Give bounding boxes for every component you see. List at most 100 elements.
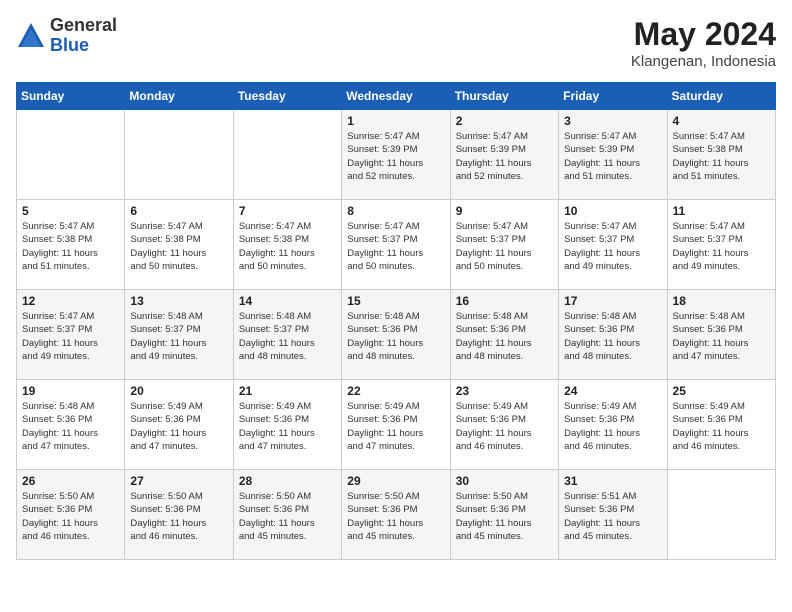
calendar-cell: 12Sunrise: 5:47 AM Sunset: 5:37 PM Dayli… <box>17 290 125 380</box>
logo: General Blue <box>16 16 117 56</box>
calendar-cell: 28 Sunrise: 5:50 AM Sunset: 5:36 PM Dayli… <box>233 470 341 560</box>
week-row-3: 12Sunrise: 5:47 AM Sunset: 5:37 PM Dayli… <box>17 290 776 380</box>
day-number: 8 <box>347 204 444 218</box>
day-number: 15 <box>347 294 444 308</box>
day-info: Sunrise: 5:48 AM Sunset: 5:36 PM Dayligh… <box>347 310 444 363</box>
day-number: 9 <box>456 204 553 218</box>
day-number: 23 <box>456 384 553 398</box>
day-number: 5 <box>22 204 119 218</box>
day-info: Sunrise: 5:47 AM Sunset: 5:37 PM Dayligh… <box>22 310 119 363</box>
calendar-cell: 16 Sunrise: 5:48 AM Sunset: 5:36 PM Dayli… <box>450 290 558 380</box>
calendar-cell: 6 Sunrise: 5:47 AM Sunset: 5:38 PM Daylig… <box>125 200 233 290</box>
day-info: Sunrise: 5:48 AM Sunset: 5:36 PM Dayligh… <box>456 310 553 363</box>
header-day-thursday: Thursday <box>450 83 558 110</box>
calendar-cell: 18 Sunrise: 5:48 AM Sunset: 5:36 PM Dayli… <box>667 290 775 380</box>
day-info: Sunrise: 5:51 AM Sunset: 5:36 PM Dayligh… <box>564 490 661 543</box>
day-number: 14 <box>239 294 336 308</box>
calendar-cell: 13Sunrise: 5:48 AM Sunset: 5:37 PM Dayli… <box>125 290 233 380</box>
calendar-cell: 10 Sunrise: 5:47 AM Sunset: 5:37 PM Dayli… <box>559 200 667 290</box>
day-info: Sunrise: 5:49 AM Sunset: 5:36 PM Dayligh… <box>564 400 661 453</box>
header-day-tuesday: Tuesday <box>233 83 341 110</box>
calendar-cell: 15 Sunrise: 5:48 AM Sunset: 5:36 PM Dayli… <box>342 290 450 380</box>
calendar-cell: 22 Sunrise: 5:49 AM Sunset: 5:36 PM Dayli… <box>342 380 450 470</box>
calendar-cell <box>125 110 233 200</box>
logo-blue-text: Blue <box>50 35 89 55</box>
day-info: Sunrise: 5:47 AM Sunset: 5:38 PM Dayligh… <box>130 220 227 273</box>
day-info: Sunrise: 5:48 AM Sunset: 5:36 PM Dayligh… <box>564 310 661 363</box>
day-info: Sunrise: 5:47 AM Sunset: 5:38 PM Dayligh… <box>673 130 770 183</box>
logo-general-text: General <box>50 15 117 35</box>
day-number: 28 <box>239 474 336 488</box>
day-number: 3 <box>564 114 661 128</box>
day-number: 25 <box>673 384 770 398</box>
calendar-cell: 2 Sunrise: 5:47 AM Sunset: 5:39 PM Daylig… <box>450 110 558 200</box>
calendar-cell: 1 Sunrise: 5:47 AM Sunset: 5:39 PM Daylig… <box>342 110 450 200</box>
header-day-sunday: Sunday <box>17 83 125 110</box>
day-number: 19 <box>22 384 119 398</box>
calendar-cell: 7Sunrise: 5:47 AM Sunset: 5:38 PM Daylig… <box>233 200 341 290</box>
calendar-cell <box>17 110 125 200</box>
day-info: Sunrise: 5:50 AM Sunset: 5:36 PM Dayligh… <box>130 490 227 543</box>
week-row-5: 26Sunrise: 5:50 AM Sunset: 5:36 PM Dayli… <box>17 470 776 560</box>
day-info: Sunrise: 5:47 AM Sunset: 5:38 PM Dayligh… <box>239 220 336 273</box>
calendar-cell: 5 Sunrise: 5:47 AM Sunset: 5:38 PM Daylig… <box>17 200 125 290</box>
calendar-cell: 23 Sunrise: 5:49 AM Sunset: 5:36 PM Dayli… <box>450 380 558 470</box>
calendar-table: SundayMondayTuesdayWednesdayThursdayFrid… <box>16 82 776 560</box>
day-number: 20 <box>130 384 227 398</box>
day-number: 10 <box>564 204 661 218</box>
day-number: 16 <box>456 294 553 308</box>
day-info: Sunrise: 5:50 AM Sunset: 5:36 PM Dayligh… <box>22 490 119 543</box>
day-info: Sunrise: 5:48 AM Sunset: 5:36 PM Dayligh… <box>22 400 119 453</box>
day-number: 27 <box>130 474 227 488</box>
day-info: Sunrise: 5:47 AM Sunset: 5:39 PM Dayligh… <box>347 130 444 183</box>
day-info: Sunrise: 5:47 AM Sunset: 5:37 PM Dayligh… <box>456 220 553 273</box>
day-info: Sunrise: 5:47 AM Sunset: 5:39 PM Dayligh… <box>564 130 661 183</box>
calendar-body: 1 Sunrise: 5:47 AM Sunset: 5:39 PM Daylig… <box>17 110 776 560</box>
calendar-cell: 19 Sunrise: 5:48 AM Sunset: 5:36 PM Dayli… <box>17 380 125 470</box>
calendar-cell: 25Sunrise: 5:49 AM Sunset: 5:36 PM Dayli… <box>667 380 775 470</box>
day-number: 6 <box>130 204 227 218</box>
day-number: 22 <box>347 384 444 398</box>
week-row-4: 19 Sunrise: 5:48 AM Sunset: 5:36 PM Dayli… <box>17 380 776 470</box>
calendar-cell: 8Sunrise: 5:47 AM Sunset: 5:37 PM Daylig… <box>342 200 450 290</box>
calendar-cell: 26Sunrise: 5:50 AM Sunset: 5:36 PM Dayli… <box>17 470 125 560</box>
day-info: Sunrise: 5:50 AM Sunset: 5:36 PM Dayligh… <box>347 490 444 543</box>
day-info: Sunrise: 5:50 AM Sunset: 5:36 PM Dayligh… <box>239 490 336 543</box>
day-number: 29 <box>347 474 444 488</box>
day-info: Sunrise: 5:47 AM Sunset: 5:39 PM Dayligh… <box>456 130 553 183</box>
day-info: Sunrise: 5:49 AM Sunset: 5:36 PM Dayligh… <box>239 400 336 453</box>
day-info: Sunrise: 5:47 AM Sunset: 5:37 PM Dayligh… <box>673 220 770 273</box>
logo-icon <box>16 21 46 51</box>
day-number: 30 <box>456 474 553 488</box>
day-number: 13 <box>130 294 227 308</box>
day-number: 4 <box>673 114 770 128</box>
day-number: 1 <box>347 114 444 128</box>
day-info: Sunrise: 5:48 AM Sunset: 5:36 PM Dayligh… <box>673 310 770 363</box>
title-block: May 2024 Klangenan, Indonesia <box>631 16 776 70</box>
header-day-saturday: Saturday <box>667 83 775 110</box>
day-info: Sunrise: 5:49 AM Sunset: 5:36 PM Dayligh… <box>347 400 444 453</box>
day-number: 2 <box>456 114 553 128</box>
day-number: 18 <box>673 294 770 308</box>
calendar-cell: 14Sunrise: 5:48 AM Sunset: 5:37 PM Dayli… <box>233 290 341 380</box>
header-day-friday: Friday <box>559 83 667 110</box>
header-day-wednesday: Wednesday <box>342 83 450 110</box>
calendar-cell <box>233 110 341 200</box>
header-row: SundayMondayTuesdayWednesdayThursdayFrid… <box>17 83 776 110</box>
calendar-cell: 11 Sunrise: 5:47 AM Sunset: 5:37 PM Dayli… <box>667 200 775 290</box>
day-number: 11 <box>673 204 770 218</box>
day-number: 24 <box>564 384 661 398</box>
calendar-cell: 21 Sunrise: 5:49 AM Sunset: 5:36 PM Dayli… <box>233 380 341 470</box>
calendar-cell: 17Sunrise: 5:48 AM Sunset: 5:36 PM Dayli… <box>559 290 667 380</box>
calendar-cell: 30 Sunrise: 5:50 AM Sunset: 5:36 PM Dayli… <box>450 470 558 560</box>
header-day-monday: Monday <box>125 83 233 110</box>
day-info: Sunrise: 5:47 AM Sunset: 5:37 PM Dayligh… <box>564 220 661 273</box>
calendar-cell: 9 Sunrise: 5:47 AM Sunset: 5:37 PM Daylig… <box>450 200 558 290</box>
page-header: General Blue May 2024 Klangenan, Indones… <box>16 16 776 70</box>
calendar-cell: 3 Sunrise: 5:47 AM Sunset: 5:39 PM Daylig… <box>559 110 667 200</box>
day-number: 21 <box>239 384 336 398</box>
day-info: Sunrise: 5:49 AM Sunset: 5:36 PM Dayligh… <box>456 400 553 453</box>
day-info: Sunrise: 5:47 AM Sunset: 5:38 PM Dayligh… <box>22 220 119 273</box>
week-row-2: 5 Sunrise: 5:47 AM Sunset: 5:38 PM Daylig… <box>17 200 776 290</box>
day-info: Sunrise: 5:50 AM Sunset: 5:36 PM Dayligh… <box>456 490 553 543</box>
